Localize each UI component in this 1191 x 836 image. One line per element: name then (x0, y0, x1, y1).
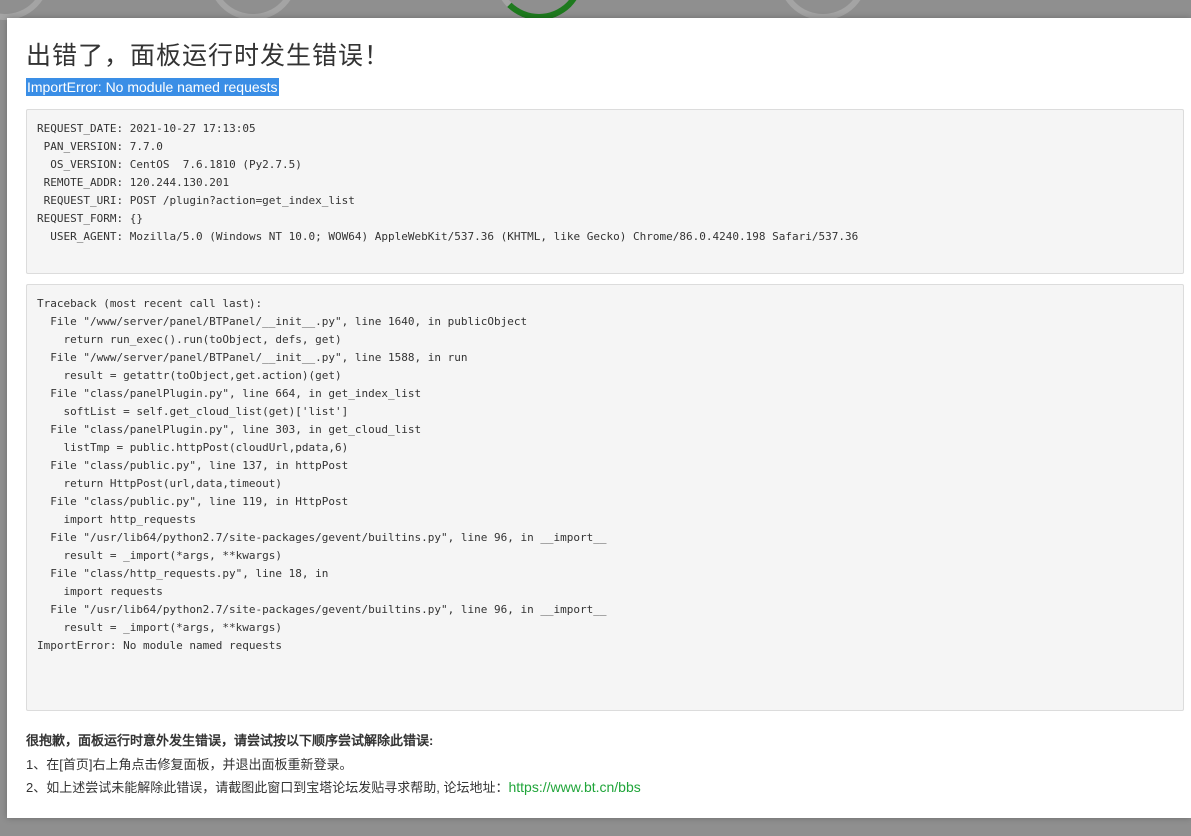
traceback-line: Traceback (most recent call last): (37, 297, 263, 310)
env-key: USER_AGENT (50, 230, 117, 243)
traceback-line: import requests (37, 585, 163, 598)
env-row: REQUEST_FORM: {} (37, 212, 143, 225)
env-value: Mozilla/5.0 (Windows NT 10.0; WOW64) App… (129, 230, 859, 243)
help-step-2-text: 2、如上述尝试未能解除此错误，请截图此窗口到宝塔论坛发贴寻求帮助, 论坛地址： (26, 780, 509, 795)
env-row: USER_AGENT: Mozilla/5.0 (Windows NT 10.0… (50, 230, 859, 243)
env-key: REQUEST_DATE (37, 122, 117, 135)
error-summary[interactable]: ImportError: No module named requests (26, 78, 279, 96)
env-value: 2021-10-27 17:13:05 (129, 122, 256, 135)
env-row: REQUEST_DATE: 2021-10-27 17:13:05 (37, 122, 256, 135)
background-gauge (778, 0, 868, 20)
env-value: 120.244.130.201 (129, 176, 230, 189)
traceback-line: File "class/public.py", line 137, in htt… (37, 459, 349, 472)
traceback-line: result = _import(*args, **kwargs) (37, 621, 283, 634)
help-heading: 很抱歉，面板运行时意外发生错误，请尝试按以下顺序尝试解除此错误: (26, 733, 434, 748)
help-step-2: 2、如上述尝试未能解除此错误，请截图此窗口到宝塔论坛发贴寻求帮助, 论坛地址：h… (26, 777, 641, 796)
background-gauge (0, 0, 50, 20)
env-value: {} (129, 212, 143, 225)
background-gauge (208, 0, 298, 20)
error-dialog: 出错了，面板运行时发生错误！ ImportError: No module na… (7, 18, 1191, 818)
traceback-line: File "class/http_requests.py", line 18, … (37, 567, 329, 580)
background-gauge (494, 0, 584, 20)
env-value: 7.7.0 (129, 140, 163, 153)
request-info-box[interactable]: REQUEST_DATE: 2021-10-27 17:13:05 PAN_VE… (26, 109, 1184, 274)
env-key: REQUEST_FORM (37, 212, 117, 225)
traceback-line: softList = self.get_cloud_list(get)['lis… (37, 405, 349, 418)
traceback-line: return HttpPost(url,data,timeout) (37, 477, 283, 490)
forum-link[interactable]: https://www.bt.cn/bbs (508, 779, 640, 795)
dialog-title: 出错了，面板运行时发生错误！ (26, 41, 391, 70)
traceback-line: File "class/panelPlugin.py", line 664, i… (37, 387, 422, 400)
env-row: REMOTE_ADDR: 120.244.130.201 (43, 176, 230, 189)
env-row: OS_VERSION: CentOS 7.6.1810 (Py2.7.5) (50, 158, 302, 171)
env-key: OS_VERSION (50, 158, 117, 171)
traceback-line: File "/usr/lib64/python2.7/site-packages… (37, 531, 607, 544)
traceback-line: File "class/panelPlugin.py", line 303, i… (37, 423, 422, 436)
traceback-line: File "/www/server/panel/BTPanel/__init__… (37, 351, 468, 364)
env-value: CentOS 7.6.1810 (Py2.7.5) (129, 158, 302, 171)
env-value: POST /plugin?action=get_index_list (129, 194, 355, 207)
traceback-box[interactable]: Traceback (most recent call last): File … (26, 284, 1184, 711)
traceback-line: listTmp = public.httpPost(cloudUrl,pdata… (37, 441, 349, 454)
traceback-line: return run_exec().run(toObject, defs, ge… (37, 333, 342, 346)
env-row: REQUEST_URI: POST /plugin?action=get_ind… (43, 194, 355, 207)
traceback-line: result = _import(*args, **kwargs) (37, 549, 283, 562)
traceback-line: File "class/public.py", line 119, in Htt… (37, 495, 349, 508)
traceback-line: result = getattr(toObject,get.action)(ge… (37, 369, 342, 382)
help-step-1: 1、在[首页]右上角点击修复面板，并退出面板重新登录。 (26, 757, 353, 772)
traceback-line: File "/www/server/panel/BTPanel/__init__… (37, 315, 528, 328)
env-row: PAN_VERSION: 7.7.0 (43, 140, 163, 153)
traceback-line: import http_requests (37, 513, 196, 526)
traceback-line: File "/usr/lib64/python2.7/site-packages… (37, 603, 607, 616)
env-key: PAN_VERSION (43, 140, 117, 153)
traceback-line: ImportError: No module named requests (37, 639, 283, 652)
env-key: REQUEST_URI (43, 194, 117, 207)
env-key: REMOTE_ADDR (43, 176, 117, 189)
